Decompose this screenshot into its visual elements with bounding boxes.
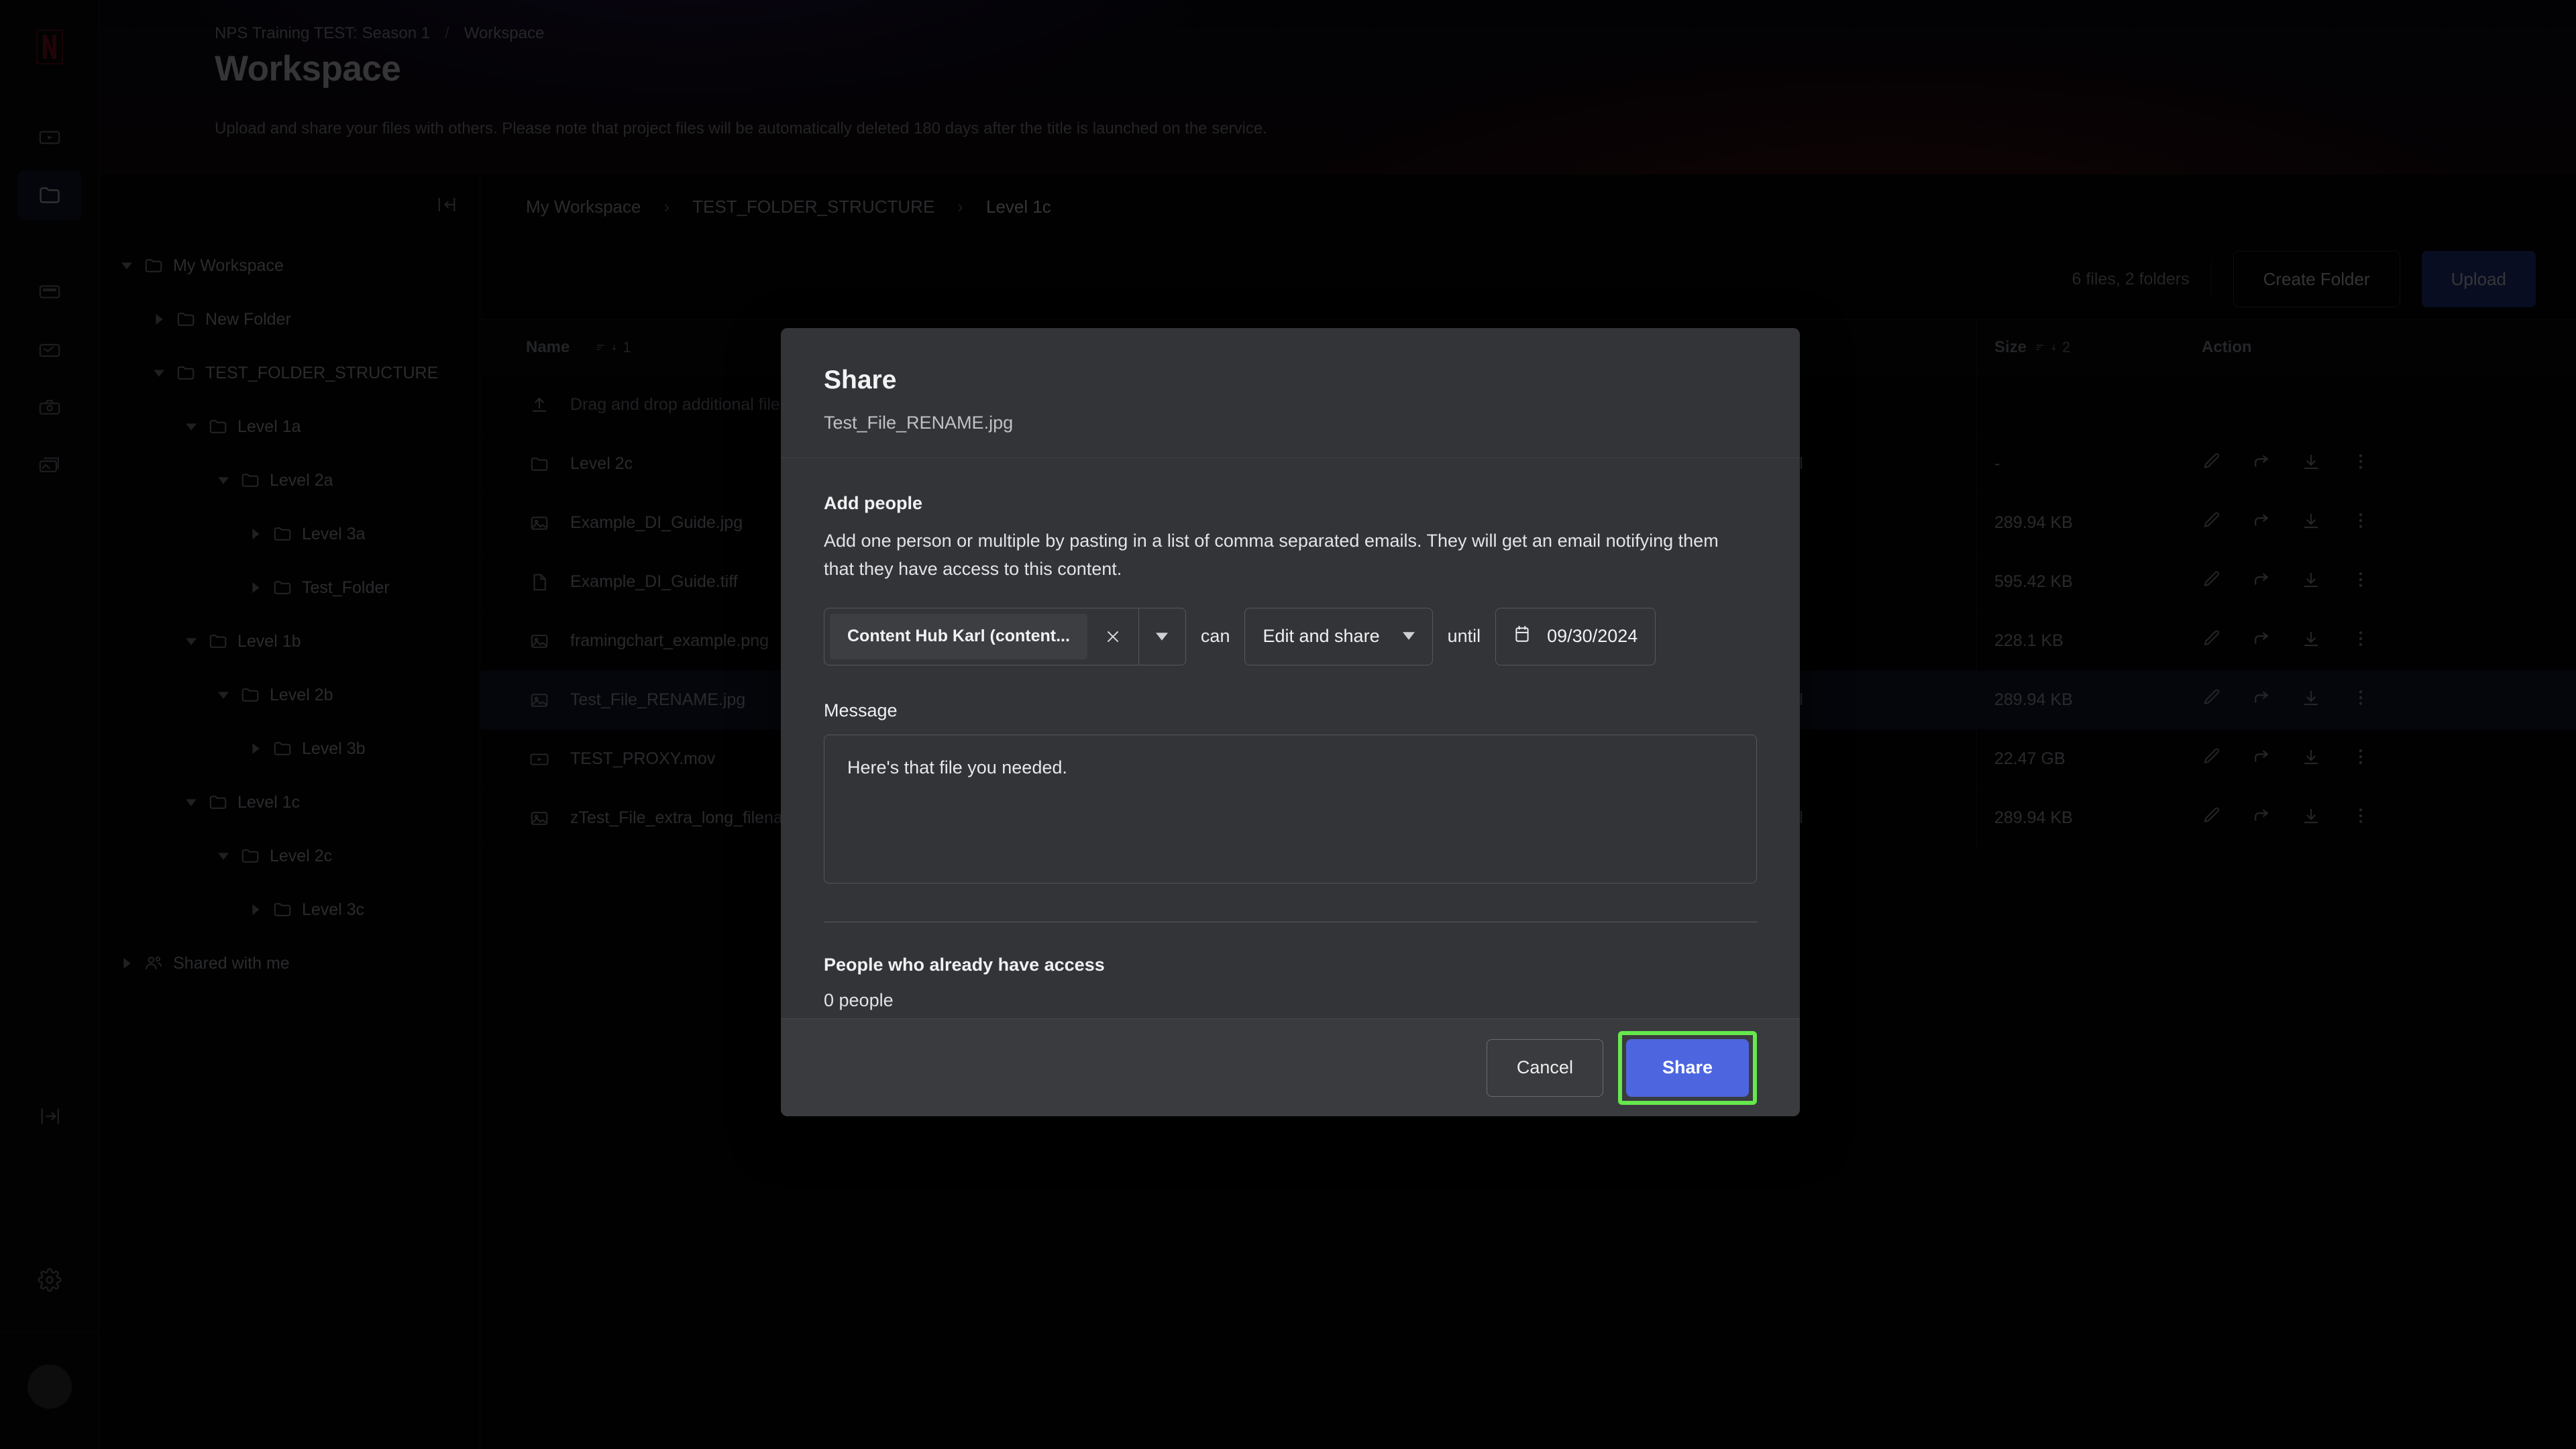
add-people-description: Add one person or multiple by pasting in… bbox=[824, 531, 1719, 579]
share-button[interactable]: Share bbox=[1625, 1038, 1749, 1097]
share-modal: Share Test_File_RENAME.jpg Add people Ad… bbox=[781, 328, 1800, 1116]
share-button-highlight: Share bbox=[1617, 1030, 1757, 1105]
modal-footer: Cancel Share bbox=[781, 1018, 1800, 1116]
message-label: Message bbox=[824, 700, 898, 720]
until-label: until bbox=[1447, 626, 1481, 647]
can-label: can bbox=[1200, 626, 1230, 647]
existing-access-title: People who already have access bbox=[824, 954, 1105, 975]
permission-select[interactable]: Edit and share bbox=[1244, 607, 1433, 665]
share-recipient-row: Content Hub Karl (content... can Edit an… bbox=[824, 607, 1757, 665]
modal-title: Share bbox=[824, 366, 897, 394]
cancel-button[interactable]: Cancel bbox=[1486, 1038, 1603, 1097]
chevron-down-icon[interactable] bbox=[1138, 608, 1185, 665]
app-root: NPS Training TEST: Season 1 / Workspace … bbox=[0, 0, 2576, 1449]
expiry-date-value: 09/30/2024 bbox=[1547, 626, 1638, 647]
recipient-input[interactable]: Content Hub Karl (content... bbox=[824, 607, 1186, 665]
modal-header: Share Test_File_RENAME.jpg bbox=[781, 328, 1800, 458]
modal-body: Add people Add one person or multiple by… bbox=[781, 458, 1800, 1018]
close-icon[interactable] bbox=[1087, 608, 1138, 665]
expiry-date-input[interactable]: 09/30/2024 bbox=[1495, 607, 1656, 665]
message-input[interactable] bbox=[824, 734, 1757, 883]
add-people-title: Add people bbox=[824, 493, 922, 513]
modal-filename: Test_File_RENAME.jpg bbox=[824, 413, 1014, 433]
permission-value: Edit and share bbox=[1263, 626, 1380, 647]
chevron-down-icon bbox=[1402, 630, 1415, 643]
recipient-chip[interactable]: Content Hub Karl (content... bbox=[830, 613, 1087, 659]
existing-access-count: 0 people bbox=[824, 989, 894, 1010]
calendar-icon bbox=[1513, 625, 1531, 648]
